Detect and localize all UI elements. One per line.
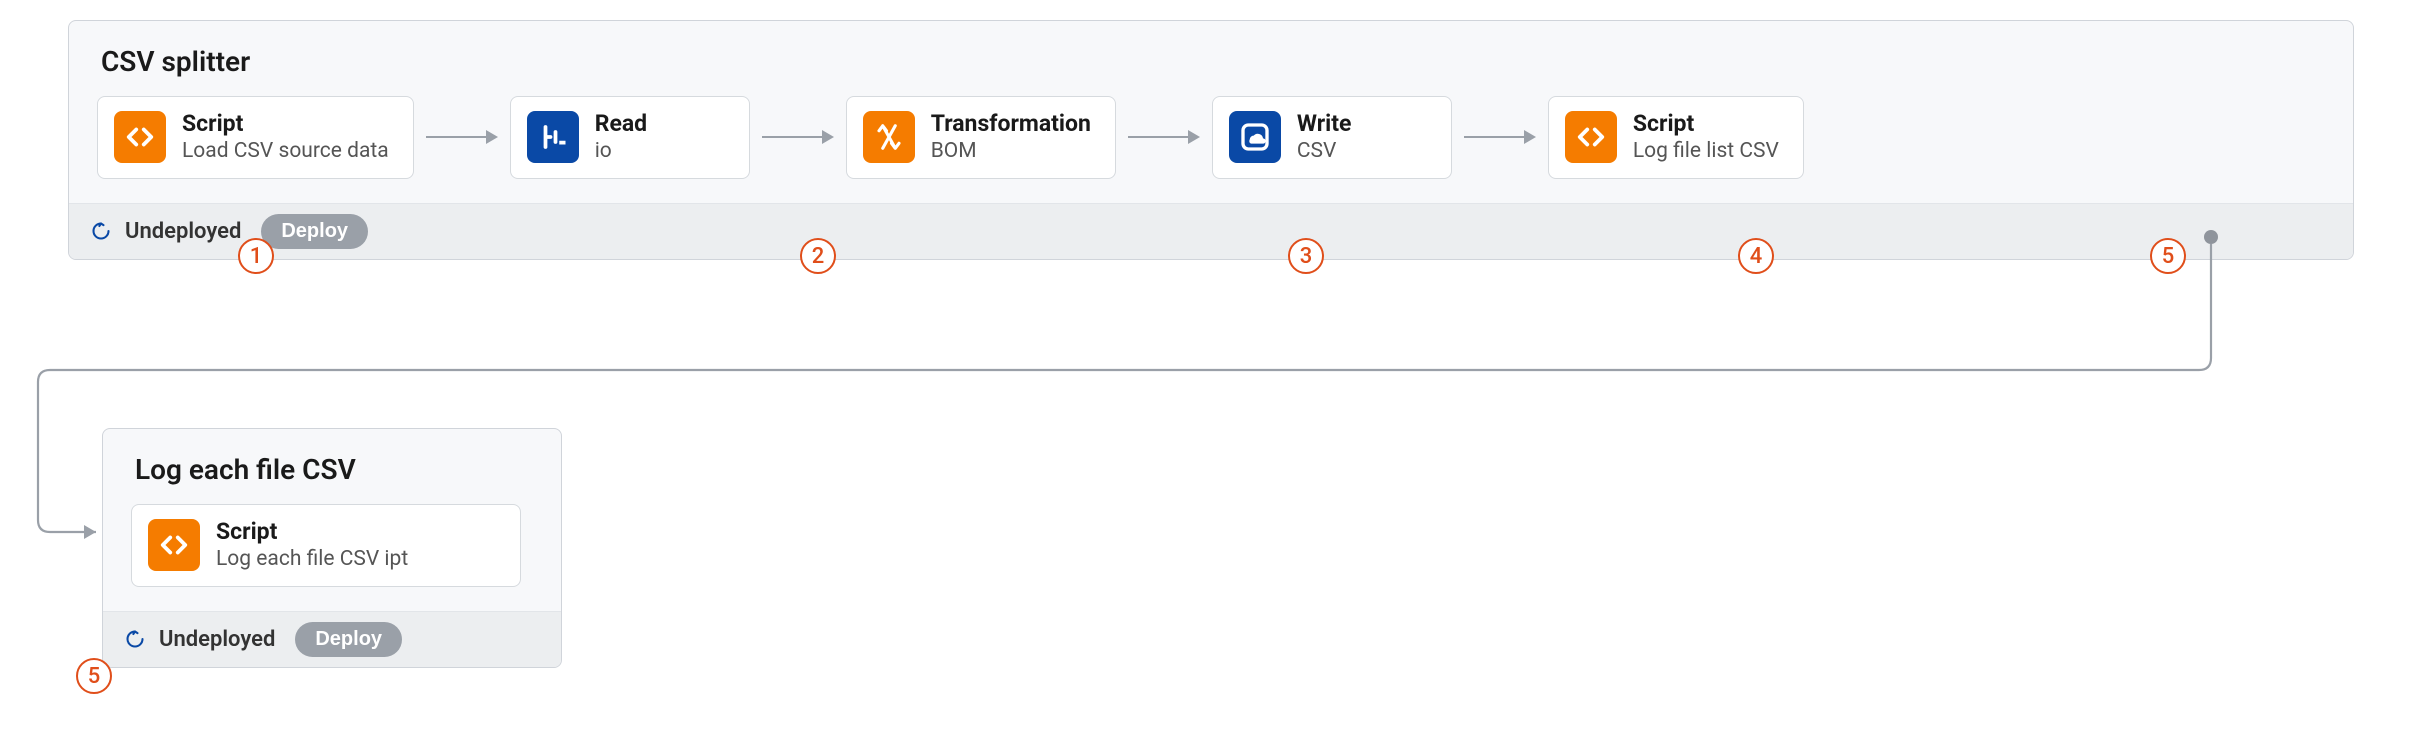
node-subtitle: CSV <box>1297 139 1352 163</box>
group-footer: Undeployed Deploy <box>69 203 2353 259</box>
node-subtitle: Log file list CSV <box>1633 139 1779 163</box>
callout-5: 5 <box>2150 238 2186 274</box>
code-icon <box>1565 111 1617 163</box>
transform-icon <box>863 111 915 163</box>
workflow-group-log-each-file[interactable]: Log each file CSV Script Log each file C… <box>102 428 562 668</box>
workflow-group-csv-splitter[interactable]: CSV splitter Script Load CSV source data <box>68 20 2354 260</box>
arrow-right-icon <box>422 136 502 138</box>
arrow-right-icon <box>1124 136 1204 138</box>
node-subtitle: Log each file CSV ipt <box>216 547 408 571</box>
code-icon <box>114 111 166 163</box>
arrow-right-icon <box>758 136 838 138</box>
arrow-right-icon <box>1460 136 1540 138</box>
node-title: Read <box>595 111 647 137</box>
workflow-canvas: CSV splitter Script Load CSV source data <box>20 20 2394 720</box>
node-read-io[interactable]: Read io <box>510 96 750 179</box>
node-title: Transformation <box>931 111 1091 137</box>
node-transformation-bom[interactable]: Transformation BOM <box>846 96 1116 179</box>
node-write-csv[interactable]: Write CSV <box>1212 96 1452 179</box>
status-label: Undeployed <box>159 627 275 652</box>
node-title: Script <box>1633 111 1779 137</box>
undeployed-status-icon <box>91 221 111 241</box>
node-subtitle: Load CSV source data <box>182 139 389 163</box>
code-icon <box>148 519 200 571</box>
node-subtitle: BOM <box>931 139 1091 163</box>
deploy-button[interactable]: Deploy <box>295 622 402 657</box>
read-icon <box>527 111 579 163</box>
node-script-log-each[interactable]: Script Log each file CSV ipt <box>131 504 521 587</box>
node-title: Write <box>1297 111 1352 137</box>
status-label: Undeployed <box>125 219 241 244</box>
callout-4: 4 <box>1738 238 1774 274</box>
undeployed-status-icon <box>125 629 145 649</box>
node-title: Script <box>216 519 408 545</box>
node-row: Script Log each file CSV ipt <box>131 504 533 587</box>
node-row: Script Load CSV source data Read io <box>97 96 2325 179</box>
write-cloud-icon <box>1229 111 1281 163</box>
output-port[interactable] <box>2204 230 2218 244</box>
node-subtitle: io <box>595 139 647 163</box>
callout-5b: 5 <box>76 658 112 694</box>
group-title: Log each file CSV <box>135 453 533 486</box>
group-footer: Undeployed Deploy <box>103 611 561 667</box>
deploy-button[interactable]: Deploy <box>261 214 368 249</box>
callout-2: 2 <box>800 238 836 274</box>
node-script-log-list[interactable]: Script Log file list CSV <box>1548 96 1804 179</box>
callout-3: 3 <box>1288 238 1324 274</box>
group-title: CSV splitter <box>101 45 2325 78</box>
node-title: Script <box>182 111 389 137</box>
callout-1: 1 <box>238 238 274 274</box>
node-script-load[interactable]: Script Load CSV source data <box>97 96 414 179</box>
